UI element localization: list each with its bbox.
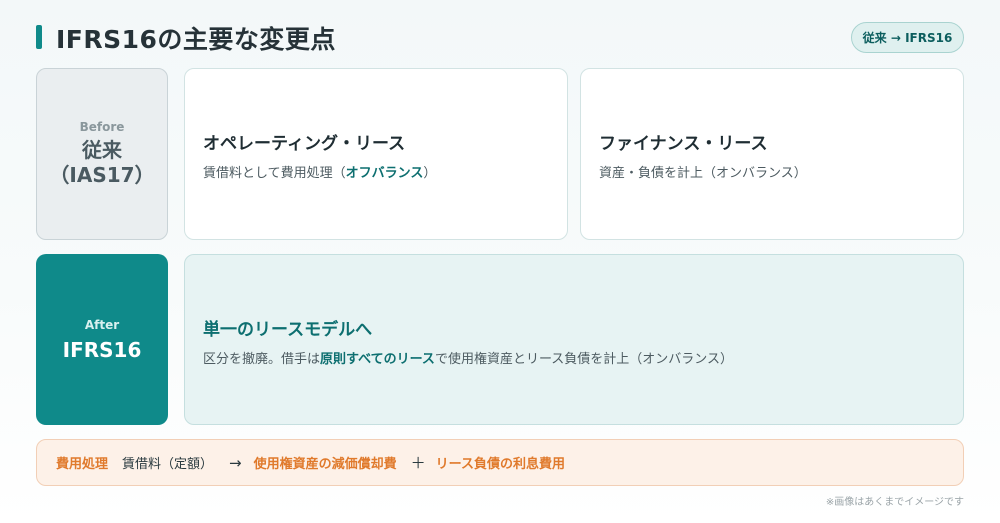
- before-standard-label: 従来 （IAS17）: [49, 138, 154, 188]
- after-desc-suffix: で使用権資産とリース負債を計上（オンバランス）: [434, 352, 734, 367]
- single-lease-model-card: 単一のリースモデルへ 区分を撤廃。借手は原則すべてのリースで使用権資産とリース負…: [184, 254, 964, 425]
- title-accent-bar: [36, 25, 42, 49]
- after-tag: After: [84, 317, 120, 332]
- expense-interest-item: リース負債の利息費用: [435, 457, 565, 472]
- expense-old-item: 賃借料（定額）: [122, 457, 214, 472]
- after-standard-label: IFRS16: [62, 337, 142, 362]
- after-desc-prefix: 区分を撤廃。借手は: [203, 352, 321, 367]
- image-disclaimer-footnote: ※画像はあくまでイメージです: [825, 497, 964, 508]
- expense-depreciation-item: 使用権資産の減価償却費: [253, 457, 397, 472]
- expense-plus: ＋: [410, 454, 426, 472]
- operating-lease-card: オペレーティング・リース 賃借料として費用処理（オフバランス）: [184, 68, 568, 240]
- single-lease-model-description: 区分を撤廃。借手は原則すべてのリースで使用権資産とリース負債を計上（オンバランス…: [203, 348, 945, 367]
- finance-lease-heading: ファイナンス・リース: [599, 134, 768, 154]
- single-lease-model-heading: 単一のリースモデルへ: [203, 320, 373, 340]
- operating-desc-highlight: オフバランス: [345, 166, 424, 181]
- operating-lease-description: 賃借料として費用処理（オフバランス）: [203, 162, 549, 181]
- expense-arrow: →: [229, 453, 242, 472]
- expense-treatment-strip: 費用処理 賃借料（定額） → 使用権資産の減価償却費 ＋ リース負債の利息費用: [36, 439, 964, 486]
- page-title: IFRS16の主要な変更点: [56, 25, 336, 54]
- finance-lease-description: 資産・負債を計上（オンバランス）: [599, 166, 807, 181]
- after-label-card: After IFRS16: [36, 254, 168, 425]
- operating-desc-prefix: 賃借料として費用処理（: [203, 166, 346, 181]
- after-desc-highlight: 原則すべてのリース: [320, 352, 435, 367]
- before-label-line2: （IAS17）: [49, 163, 155, 187]
- before-label-card: Before 従来 （IAS17）: [36, 68, 168, 240]
- operating-desc-suffix: ）: [423, 166, 437, 181]
- before-label-line1: 従来: [82, 138, 122, 162]
- finance-lease-card: ファイナンス・リース 資産・負債を計上（オンバランス）: [580, 68, 964, 240]
- operating-lease-heading: オペレーティング・リース: [203, 134, 406, 154]
- before-tag: Before: [79, 120, 125, 134]
- expense-label: 費用処理: [56, 457, 109, 472]
- comparison-badge: 従来 → IFRS16: [851, 22, 964, 53]
